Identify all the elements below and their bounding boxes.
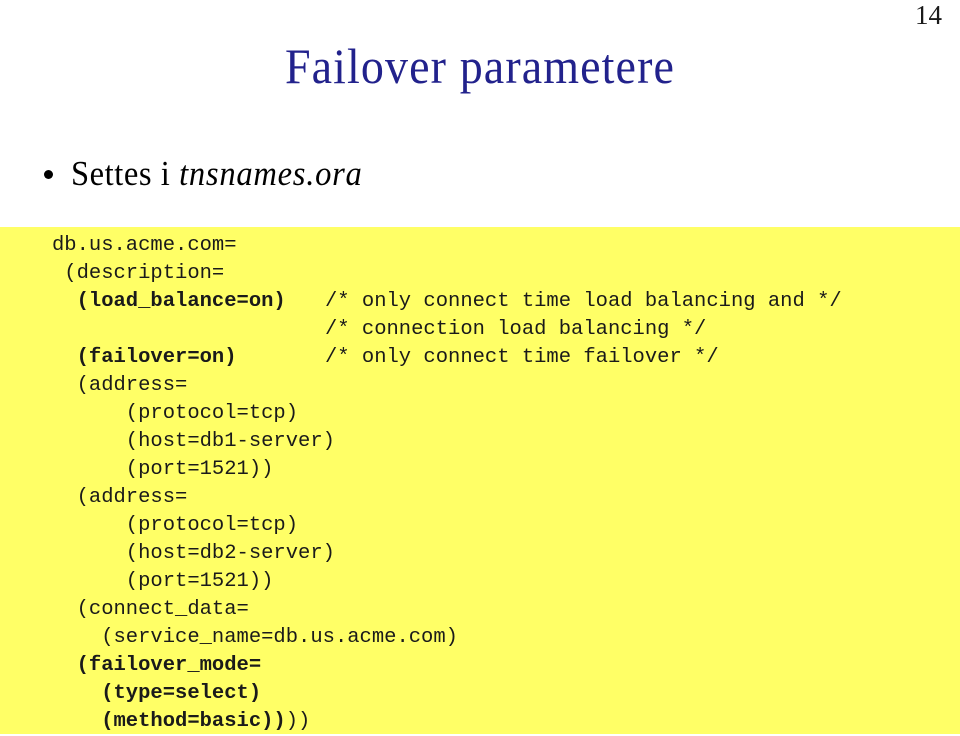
code-line-text: (port=1521)) bbox=[52, 458, 274, 481]
code-line-text: (method=basic)) bbox=[52, 710, 286, 733]
code-line-text: (host=db2-server) bbox=[52, 542, 335, 565]
code-line: (address= bbox=[52, 484, 960, 512]
slide: 14 Failover parametere Settes i tnsnames… bbox=[0, 0, 960, 734]
code-line: (load_balance=on) /* only connect time lo… bbox=[52, 288, 960, 316]
code-line: (port=1521)) bbox=[52, 568, 960, 596]
code-line: (failover=on) /* only connect time failov… bbox=[52, 344, 960, 372]
bullet-text-filename: tnsnames.ora bbox=[179, 154, 363, 193]
code-line: (host=db1-server) bbox=[52, 428, 960, 456]
code-line-text: (description= bbox=[52, 262, 225, 285]
code-line-text: (port=1521)) bbox=[52, 570, 274, 593]
page-title: Failover parametere bbox=[284, 38, 676, 94]
code-line-text: (protocol=tcp) bbox=[52, 402, 299, 425]
code-line-text: (service_name=db.us.acme.com) bbox=[52, 626, 458, 649]
code-line: (address= bbox=[52, 372, 960, 400]
code-lines-container: db.us.acme.com= (description= (load_bala… bbox=[52, 232, 960, 734]
code-line: (service_name=db.us.acme.com) bbox=[52, 624, 960, 652]
code-line-trailing-parens: )) bbox=[285, 710, 311, 733]
code-comment: /* connection load balancing */ bbox=[325, 318, 707, 341]
code-line: (type=select) bbox=[52, 680, 960, 708]
code-block: db.us.acme.com= (description= (load_bala… bbox=[0, 227, 960, 734]
code-line: (failover_mode= bbox=[52, 652, 960, 680]
code-line-text: (address= bbox=[52, 374, 188, 397]
code-comment: /* only connect time load balancing and … bbox=[325, 290, 842, 313]
code-line: (method=basic)))) bbox=[52, 708, 960, 736]
code-line-text: (address= bbox=[52, 486, 188, 509]
code-line-text: (protocol=tcp) bbox=[52, 514, 299, 537]
bullet-dot-icon bbox=[44, 170, 53, 179]
code-line: (protocol=tcp) bbox=[52, 400, 960, 428]
code-line-text: (load_balance=on) bbox=[52, 290, 286, 313]
code-line-text: (connect_data= bbox=[52, 598, 249, 621]
code-line: db.us.acme.com= bbox=[52, 232, 960, 260]
code-line: (protocol=tcp) bbox=[52, 512, 960, 540]
code-line: (description= bbox=[52, 260, 960, 288]
code-line: /* connection load balancing */ bbox=[52, 316, 960, 344]
code-line-text: (failover=on) bbox=[52, 346, 237, 369]
bullet-text-plain: Settes i bbox=[71, 154, 180, 193]
page-number: 14 bbox=[915, 0, 942, 30]
bullet-list-item: Settes i tnsnames.ora bbox=[44, 154, 384, 194]
code-line: (port=1521)) bbox=[52, 456, 960, 484]
code-line-text: db.us.acme.com= bbox=[52, 234, 237, 257]
code-line-text: (host=db1-server) bbox=[52, 430, 335, 453]
code-comment: /* only connect time failover */ bbox=[325, 346, 719, 369]
code-line-text: (type=select) bbox=[52, 682, 262, 705]
code-line: (host=db2-server) bbox=[52, 540, 960, 568]
code-line-text: (failover_mode= bbox=[52, 654, 262, 677]
code-line: (connect_data= bbox=[52, 596, 960, 624]
bullet-item-label: Settes i tnsnames.ora bbox=[71, 154, 363, 194]
